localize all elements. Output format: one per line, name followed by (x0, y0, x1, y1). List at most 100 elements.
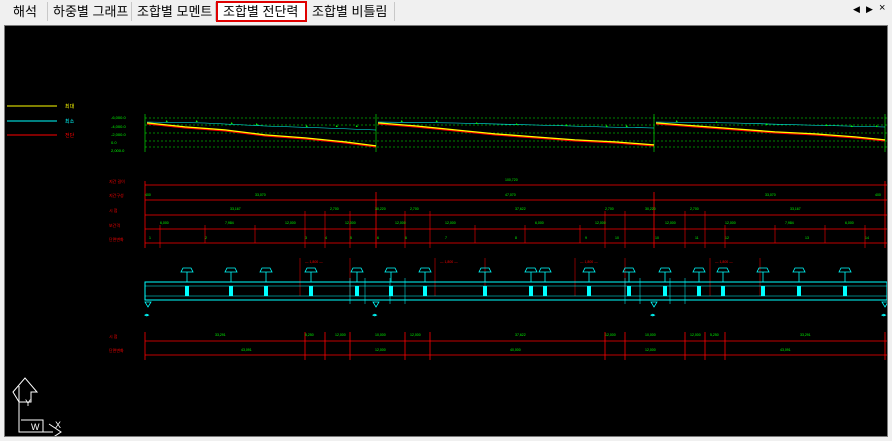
svg-text:지간 길이: 지간 길이 (109, 178, 125, 184)
svg-text:5,250: 5,250 (710, 333, 719, 337)
svg-text:▲: ▲ (625, 124, 628, 128)
svg-text:12,000: 12,000 (595, 221, 606, 225)
tab-next-icon[interactable]: ▶ (866, 4, 873, 15)
svg-text:12,000: 12,000 (345, 221, 356, 225)
svg-text:12,000: 12,000 (605, 333, 616, 337)
tab-analysis[interactable]: 해석 (8, 2, 48, 21)
svg-text:▲: ▲ (825, 123, 828, 127)
svg-text:▲: ▲ (675, 119, 678, 123)
tab-combo-shear[interactable]: 조합별 전단력 (216, 1, 307, 22)
svg-text:33,070: 33,070 (765, 193, 776, 197)
close-icon[interactable]: × (879, 2, 885, 14)
svg-text:12,000: 12,000 (395, 221, 406, 225)
svg-text:6,000: 6,000 (845, 221, 854, 225)
svg-text:▲: ▲ (195, 119, 198, 123)
svg-text:4: 4 (325, 236, 327, 240)
svg-text:6: 6 (405, 236, 407, 240)
svg-text:10,000: 10,000 (645, 333, 656, 337)
svg-text:◀▶: ◀▶ (650, 313, 657, 317)
svg-text:33,167: 33,167 (230, 207, 241, 211)
svg-text:▲: ▲ (605, 124, 608, 128)
svg-text:단면변화: 단면변화 (109, 347, 124, 353)
bottom-table: 시 점 단면변화 33,291 5,250 12,000 10,000 12,000 3… (109, 332, 887, 360)
svg-text:▲: ▲ (875, 124, 878, 128)
svg-text:400: 400 (875, 193, 881, 197)
svg-text:시 점: 시 점 (109, 207, 118, 213)
svg-text:33,291: 33,291 (215, 333, 226, 337)
svg-text:— 1,800 —: — 1,800 — (715, 260, 733, 264)
svg-text:12,000: 12,000 (445, 221, 456, 225)
svg-text:5: 5 (350, 236, 352, 240)
svg-text:43,091: 43,091 (241, 348, 252, 352)
svg-text:▲: ▲ (230, 121, 233, 125)
svg-text:33,291: 33,291 (800, 333, 811, 337)
svg-text:12: 12 (725, 236, 729, 240)
svg-text:37,622: 37,622 (515, 333, 526, 337)
svg-text:400: 400 (145, 193, 151, 197)
legend-shear: 전단 (65, 132, 75, 139)
tab-combo-moment[interactable]: 조합별 모멘트 (132, 2, 216, 21)
svg-text:12,000: 12,000 (285, 221, 296, 225)
svg-text:◀▶: ◀▶ (144, 313, 151, 317)
tab-prev-icon[interactable]: ◀ (853, 4, 860, 15)
svg-text:W: W (31, 422, 40, 432)
svg-text:지간구성: 지간구성 (109, 192, 124, 198)
svg-text:— 1,800 —: — 1,800 — (580, 260, 598, 264)
dimension-table: 지간 길이 지간구성 시 점 보간격 단면변화 100,720 33,070 4… (109, 178, 887, 248)
svg-text:-2,000.0: -2,000.0 (111, 132, 126, 137)
svg-text:— 1,800 —: — 1,800 — (440, 260, 458, 264)
svg-text:◀▶: ◀▶ (881, 313, 888, 317)
svg-text:▲: ▲ (565, 123, 568, 127)
svg-text:▲: ▲ (305, 124, 308, 128)
cad-viewport[interactable]: 최대 최소 전단 -6,000.0 -4,000.0 -2,000.0 0.0 … (4, 25, 888, 437)
svg-text:단면변화: 단면변화 (109, 236, 124, 242)
svg-text:12,000: 12,000 (690, 333, 701, 337)
legend-max: 최대 (65, 103, 75, 110)
svg-text:2,700: 2,700 (410, 207, 419, 211)
svg-text:33,070: 33,070 (255, 193, 266, 197)
svg-text:▲: ▲ (850, 124, 853, 128)
svg-text:2,700: 2,700 (330, 207, 339, 211)
legend: 최대 최소 전단 (7, 103, 75, 139)
svg-text:3: 3 (305, 236, 307, 240)
svg-text:33,167: 33,167 (790, 207, 801, 211)
svg-text:8: 8 (515, 236, 517, 240)
svg-text:2,000.0: 2,000.0 (111, 148, 125, 153)
svg-text:12,000: 12,000 (335, 333, 346, 337)
svg-text:100,720: 100,720 (505, 178, 518, 182)
svg-text:◀▶: ◀▶ (372, 313, 379, 317)
svg-text:10: 10 (655, 236, 659, 240)
svg-text:30,220: 30,220 (375, 207, 386, 211)
svg-text:12,000: 12,000 (375, 348, 386, 352)
svg-text:6,000: 6,000 (160, 221, 169, 225)
svg-text:2,700: 2,700 (605, 207, 614, 211)
svg-text:1: 1 (149, 236, 151, 240)
tab-load-graph[interactable]: 하중별 그래프 (48, 2, 132, 21)
svg-text:7: 7 (445, 236, 447, 240)
svg-text:11: 11 (695, 236, 699, 240)
drawing-canvas[interactable]: 최대 최소 전단 -6,000.0 -4,000.0 -2,000.0 0.0 … (5, 26, 888, 437)
svg-text:47,070: 47,070 (505, 193, 516, 197)
svg-text:-4,000.0: -4,000.0 (111, 124, 126, 129)
svg-text:12,000: 12,000 (410, 333, 421, 337)
svg-text:▲: ▲ (515, 122, 518, 126)
shear-diagram: -6,000.0 -4,000.0 -2,000.0 0.0 2,000.0 ▲… (111, 114, 887, 153)
svg-text:7,984: 7,984 (225, 221, 234, 225)
svg-text:30,220: 30,220 (645, 207, 656, 211)
svg-text:7,984: 7,984 (785, 221, 794, 225)
svg-text:▲: ▲ (715, 120, 718, 124)
svg-text:Y: Y (25, 398, 31, 408)
svg-text:9: 9 (585, 236, 587, 240)
svg-text:▲: ▲ (355, 124, 358, 128)
svg-text:43,091: 43,091 (780, 348, 791, 352)
svg-text:X: X (55, 420, 61, 430)
svg-text:2,700: 2,700 (690, 207, 699, 211)
svg-text:— 1,800 —: — 1,800 — (305, 260, 323, 264)
svg-text:▲: ▲ (255, 122, 258, 126)
svg-text:-6,000.0: -6,000.0 (111, 115, 126, 120)
svg-text:10: 10 (615, 236, 619, 240)
tab-combo-torsion[interactable]: 조합별 비틀림 (307, 2, 395, 21)
svg-text:37,622: 37,622 (515, 207, 526, 211)
svg-text:▲: ▲ (765, 122, 768, 126)
legend-min: 최소 (65, 118, 75, 125)
